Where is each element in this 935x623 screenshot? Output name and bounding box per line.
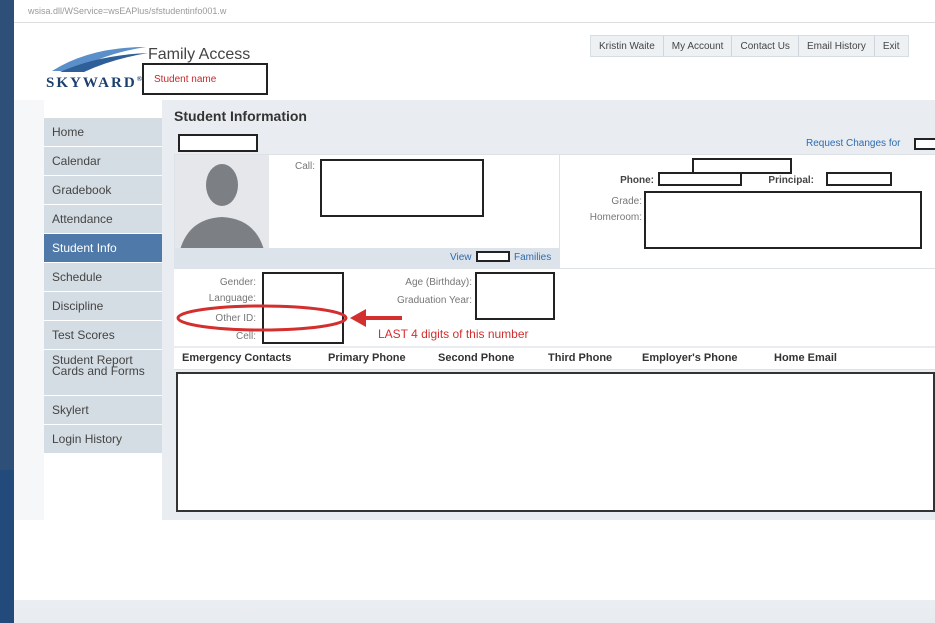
call-label: Call:	[294, 161, 315, 172]
redacted-family-count	[476, 251, 510, 262]
redacted-grade-homeroom	[644, 191, 922, 249]
col-second-phone: Second Phone	[438, 352, 515, 364]
left-gutter	[14, 100, 44, 520]
contact-us-link[interactable]: Contact Us	[732, 36, 799, 56]
page-title: Student Information	[174, 108, 307, 124]
main-content: Student Information Request Changes for …	[162, 100, 935, 520]
sidebar-item-skylert[interactable]: Skylert	[44, 396, 162, 425]
sidebar-item-login-history[interactable]: Login History	[44, 425, 162, 454]
redacted-phone	[658, 172, 742, 186]
view-families-row: View Families	[174, 248, 560, 268]
background-left-block	[0, 470, 14, 623]
sidebar-item-discipline[interactable]: Discipline	[44, 292, 162, 321]
contacts-table-header: Emergency Contacts Primary Phone Second …	[174, 348, 935, 370]
annotation-text: LAST 4 digits of this number	[378, 327, 529, 341]
app-title: Family Access	[148, 46, 251, 63]
redacted-student-selector[interactable]	[178, 134, 258, 152]
sidebar-item-schedule[interactable]: Schedule	[44, 263, 162, 292]
sidebar-item-student-info[interactable]: Student Info	[44, 234, 162, 263]
col-third-phone: Third Phone	[548, 352, 613, 364]
student-details: Gender: Language: Other ID: Cell: Age (B…	[174, 268, 935, 346]
col-employer-phone: Employer's Phone	[642, 352, 738, 364]
redacted-request-name	[914, 138, 935, 150]
email-history-link[interactable]: Email History	[799, 36, 875, 56]
sidebar-item-report-cards[interactable]: Student Report Cards and Forms	[44, 350, 162, 396]
my-account-link[interactable]: My Account	[664, 36, 733, 56]
redacted-age-graduation	[475, 272, 555, 320]
families-link[interactable]: Families	[514, 252, 551, 263]
logo-text: SKYWARD	[46, 75, 137, 91]
browser-page: wsisa.dll/WService=wsEAPlus/sfstudentinf…	[14, 0, 935, 600]
col-primary-phone: Primary Phone	[328, 352, 406, 364]
skyward-swoosh-icon	[52, 47, 148, 72]
student-name-label: Student name	[154, 74, 217, 85]
info-panel: Phone: Principal: Grade: Homeroom:	[560, 154, 935, 268]
sidebar-item-attendance[interactable]: Attendance	[44, 205, 162, 234]
student-name-box: Student name	[142, 63, 268, 95]
top-nav: Kristin Waite My Account Contact Us Emai…	[590, 35, 909, 57]
sidebar-item-gradebook[interactable]: Gradebook	[44, 176, 162, 205]
grade-label: Grade:	[611, 196, 642, 207]
principal-label: Principal:	[768, 175, 814, 186]
sidebar-item-home[interactable]: Home	[44, 118, 162, 147]
sidebar: Home Calendar Gradebook Attendance Stude…	[44, 118, 162, 454]
url-bar[interactable]: wsisa.dll/WService=wsEAPlus/sfstudentinf…	[14, 6, 935, 20]
col-home-email: Home Email	[774, 352, 837, 364]
request-changes-link[interactable]: Request Changes for	[806, 138, 901, 149]
redacted-contacts-table	[176, 372, 935, 512]
skyward-logo: SKYWARD®	[46, 45, 156, 97]
sidebar-item-calendar[interactable]: Calendar	[44, 147, 162, 176]
user-name-link[interactable]: Kristin Waite	[591, 36, 664, 56]
homeroom-label: Homeroom:	[589, 212, 642, 223]
exit-link[interactable]: Exit	[875, 36, 908, 56]
sidebar-item-test-scores[interactable]: Test Scores	[44, 321, 162, 350]
col-emergency-contacts: Emergency Contacts	[182, 352, 292, 364]
redacted-call	[320, 159, 484, 217]
phone-label: Phone:	[620, 175, 654, 186]
redacted-principal	[826, 172, 892, 186]
view-link[interactable]: View	[450, 252, 472, 263]
header: SKYWARD® Family Access Student name Kris…	[14, 22, 935, 100]
